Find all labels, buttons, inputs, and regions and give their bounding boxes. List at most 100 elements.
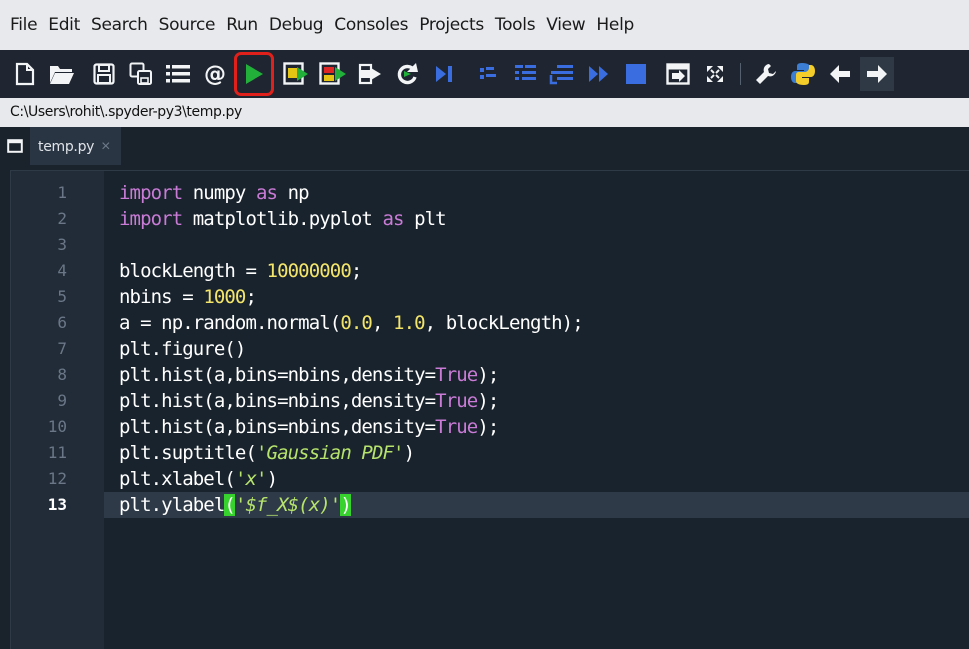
code-token: ; <box>245 286 257 308</box>
menu-consoles[interactable]: Consoles <box>328 0 413 50</box>
code-line[interactable]: plt.figure() <box>104 336 246 362</box>
menu-projects[interactable]: Projects <box>413 0 489 50</box>
run-icon[interactable] <box>234 52 274 96</box>
debug-step-icon[interactable] <box>427 57 461 91</box>
code-token: plt <box>403 208 447 230</box>
new-file-icon[interactable] <box>8 57 42 91</box>
code-token: ) <box>266 468 278 490</box>
code-token: True <box>435 364 478 386</box>
at-icon[interactable]: @ <box>198 57 232 91</box>
code-token: numpy <box>182 182 257 204</box>
line-number-gutter: 1 2 3 4 5 6 7 8 9 10 11 12 13 <box>11 171 104 649</box>
code-line[interactable] <box>104 232 119 258</box>
continue-icon[interactable] <box>582 57 616 91</box>
step-return-icon[interactable] <box>545 57 579 91</box>
code-token: 0.0 <box>340 312 373 334</box>
menu-view[interactable]: View <box>540 0 590 50</box>
menu-search[interactable]: Search <box>85 0 153 50</box>
code-token: '$f_X$(x)' <box>234 494 341 516</box>
code-token: blockLength = <box>119 260 267 282</box>
save-all-icon[interactable] <box>124 57 158 91</box>
code-token: plt.suptitle( <box>119 442 257 464</box>
code-token: plt.hist(a,bins=nbins,density= <box>119 364 436 386</box>
run-cell-advance-icon[interactable] <box>316 57 350 91</box>
line-number: 4 <box>57 261 67 280</box>
menu-tools[interactable]: Tools <box>489 0 540 50</box>
step-into-icon[interactable] <box>508 57 542 91</box>
list-icon[interactable] <box>161 57 195 91</box>
code-line[interactable]: import matplotlib.pyplot as plt <box>104 206 447 232</box>
save-icon[interactable] <box>87 57 121 91</box>
code-line[interactable]: plt.suptitle('Gaussian PDF') <box>104 440 415 466</box>
code-line[interactable]: blockLength = 10000000; <box>104 258 362 284</box>
line-number: 3 <box>57 235 67 254</box>
line-number: 9 <box>57 391 67 410</box>
code-token: plt.hist(a,bins=nbins,density= <box>119 390 436 412</box>
code-area[interactable]: import numpy as np import matplotlib.pypl… <box>104 171 969 649</box>
code-line[interactable]: plt.ylabel('$f_X$(x)') <box>104 492 352 518</box>
stop-icon[interactable] <box>619 57 653 91</box>
rerun-icon[interactable] <box>390 57 424 91</box>
code-token: True <box>435 416 478 438</box>
code-line[interactable]: plt.xlabel('x') <box>104 466 278 492</box>
code-token: plt.xlabel( <box>119 468 236 490</box>
code-token: ) <box>403 442 415 464</box>
at-symbol: @ <box>204 61 226 87</box>
code-line[interactable]: plt.hist(a,bins=nbins,density=True); <box>104 388 499 414</box>
line-number: 1 <box>57 183 67 202</box>
code-line[interactable]: plt.hist(a,bins=nbins,density=True); <box>104 362 499 388</box>
code-line[interactable]: import numpy as np <box>104 180 310 206</box>
browse-tabs-icon[interactable] <box>0 127 30 165</box>
python-icon[interactable] <box>786 57 820 91</box>
code-token: 1000 <box>203 286 246 308</box>
code-token: as <box>256 182 278 204</box>
line-number: 11 <box>47 443 67 462</box>
line-number: 8 <box>57 365 67 384</box>
line-number: 12 <box>47 469 67 488</box>
line-number: 6 <box>57 313 67 332</box>
tab-label: temp.py <box>38 139 95 155</box>
code-token: 10000000 <box>266 260 352 282</box>
close-icon[interactable]: × <box>101 139 110 155</box>
wrench-icon[interactable] <box>749 57 783 91</box>
menu-debug[interactable]: Debug <box>263 0 328 50</box>
code-token: import <box>119 182 183 204</box>
code-line[interactable]: nbins = 1000; <box>104 284 257 310</box>
code-token: ; <box>350 260 362 282</box>
code-token: ( <box>224 494 236 516</box>
run-cell-icon[interactable] <box>279 57 313 91</box>
menu-file[interactable]: File <box>0 0 42 50</box>
editor-tab-bar: temp.py × <box>0 127 969 165</box>
code-token: , <box>371 312 394 334</box>
open-folder-icon[interactable] <box>45 57 79 91</box>
debug-cell-icon[interactable] <box>471 57 505 91</box>
menu-help[interactable]: Help <box>590 0 639 50</box>
toolbar-separator <box>740 63 741 85</box>
menu-edit[interactable]: Edit <box>42 0 85 50</box>
code-line[interactable]: a = np.random.normal(0.0, 1.0, blockLeng… <box>104 310 584 336</box>
maximize-pane-icon[interactable] <box>661 57 695 91</box>
code-token: as <box>382 208 404 230</box>
back-arrow-icon[interactable] <box>823 57 857 91</box>
code-token: matplotlib.pyplot <box>182 208 383 230</box>
code-token: , blockLength); <box>424 312 584 334</box>
tab-temp-py[interactable]: temp.py × <box>30 127 121 165</box>
code-token: plt.ylabel <box>119 494 225 516</box>
fullscreen-icon[interactable] <box>698 57 732 91</box>
menu-source[interactable]: Source <box>153 0 221 50</box>
forward-arrow-icon[interactable] <box>860 57 894 91</box>
code-token: ); <box>477 364 499 386</box>
code-editor[interactable]: 1 2 3 4 5 6 7 8 9 10 11 12 13 import numpy as np impo… <box>10 170 969 649</box>
line-number: 10 <box>47 417 67 436</box>
code-token: 1.0 <box>393 312 426 334</box>
code-token: ); <box>477 390 499 412</box>
line-number: 13 <box>47 495 67 514</box>
code-line[interactable]: plt.hist(a,bins=nbins,density=True); <box>104 414 499 440</box>
menu-run[interactable]: Run <box>220 0 263 50</box>
code-token: ) <box>340 494 352 516</box>
menu-bar: File Edit Search Source Run Debug Consol… <box>0 0 969 50</box>
run-selection-icon[interactable] <box>353 57 387 91</box>
code-token: nbins = <box>119 286 204 308</box>
code-token: ); <box>477 416 499 438</box>
code-token: True <box>435 390 478 412</box>
